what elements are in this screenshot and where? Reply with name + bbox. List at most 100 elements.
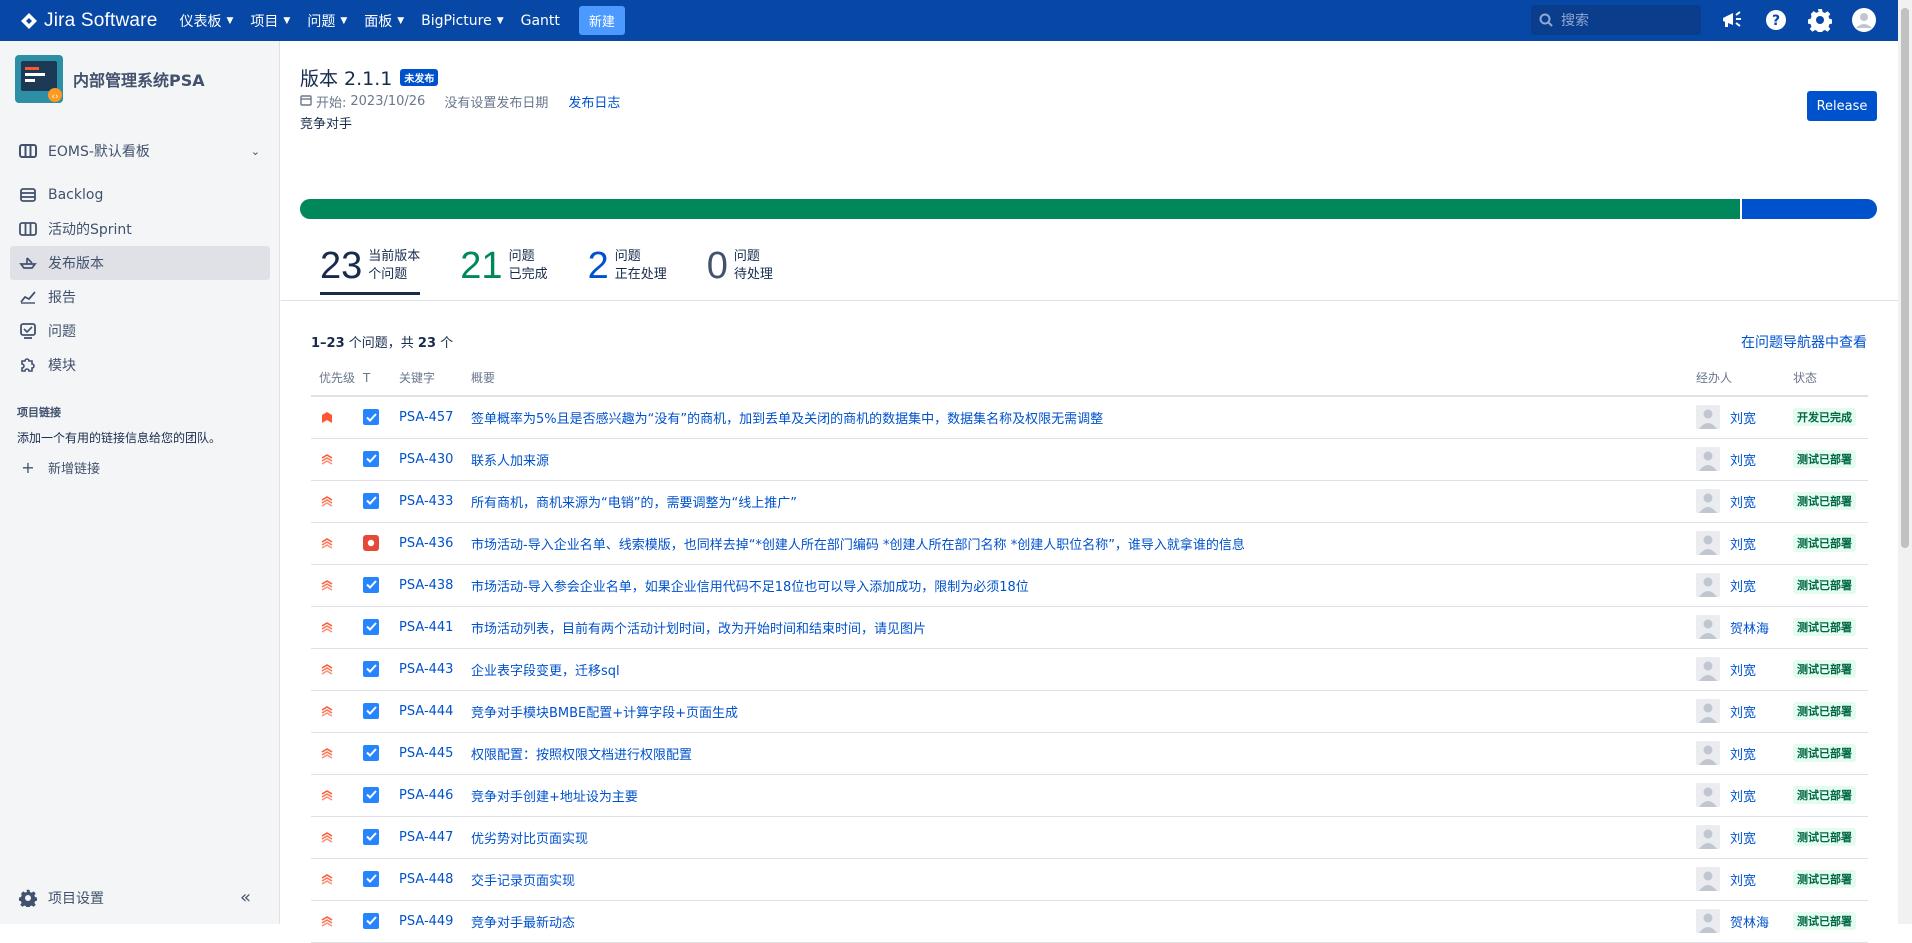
add-link-button[interactable]: + 新增链接	[10, 450, 270, 484]
table-row[interactable]: PSA-457 签单概率为5%且是否感兴趣为“没有”的商机，加到丢单及关闭的商机的…	[311, 396, 1868, 439]
nav-menu-item[interactable]: 问题 ▼	[307, 11, 347, 31]
project-settings-button[interactable]: 项目设置	[10, 881, 270, 915]
stat-tab[interactable]: 21 问题 已完成	[460, 246, 547, 295]
issue-key-link[interactable]: PSA-445	[399, 746, 453, 761]
board-selector[interactable]: EOMS-默认看板 ⌄	[10, 134, 270, 168]
table-row[interactable]: PSA-444 竞争对手模块BMBE配置+计算字段+页面生成 刘宽 测试已部署	[311, 690, 1868, 733]
assignee[interactable]: 刘宽	[1696, 825, 1793, 849]
view-in-navigator-link[interactable]: 在问题导航器中查看	[1741, 332, 1867, 352]
nav-menu-item[interactable]: 面板 ▼	[364, 11, 404, 31]
assignee[interactable]: 刘宽	[1696, 867, 1793, 891]
table-row[interactable]: PSA-438 市场活动-导入参会企业名单，如果企业信用代码不足18位也可以导入添…	[311, 564, 1868, 607]
search-input[interactable]: 搜索	[1531, 5, 1701, 35]
table-row[interactable]: PSA-447 优劣势对比页面实现 刘宽 测试已部署	[311, 816, 1868, 859]
table-row[interactable]: PSA-449 竞争对手最新动态 贺林海 测试已部署	[311, 900, 1868, 943]
col-assignee[interactable]: 经办人	[1696, 360, 1793, 397]
assignee[interactable]: 贺林海	[1696, 909, 1793, 933]
assignee[interactable]: 刘宽	[1696, 489, 1793, 513]
table-row[interactable]: PSA-430 联系人加来源 刘宽 测试已部署	[311, 438, 1868, 481]
table-row[interactable]: PSA-446 竞争对手创建+地址设为主要 刘宽 测试已部署	[311, 774, 1868, 817]
assignee[interactable]: 刘宽	[1696, 573, 1793, 597]
release-notes-link[interactable]: 发布日志	[568, 92, 620, 111]
stat-tab[interactable]: 2 问题 正在处理	[588, 246, 667, 295]
issue-summary-link[interactable]: 交手记录页面实现	[471, 874, 575, 889]
table-row[interactable]: PSA-443 企业表字段变更，迁移sql 刘宽 测试已部署	[311, 648, 1868, 691]
assignee[interactable]: 贺林海	[1696, 615, 1793, 639]
assignee[interactable]: 刘宽	[1696, 699, 1793, 723]
nav-menu-item[interactable]: BigPicture ▼	[421, 13, 503, 29]
issues-table: 优先级 T 关键字 概要 经办人 状态 PSA-457 签单概率为5%且是否感兴趣…	[311, 360, 1868, 943]
issue-summary-link[interactable]: 企业表字段变更，迁移sql	[471, 664, 620, 679]
sidebar-item[interactable]: 问题	[10, 314, 270, 348]
issue-summary-link[interactable]: 竞争对手最新动态	[471, 916, 575, 931]
issue-summary-link[interactable]: 竞争对手创建+地址设为主要	[471, 790, 638, 805]
col-priority[interactable]: 优先级	[311, 360, 363, 397]
table-row[interactable]: PSA-436 市场活动-导入企业名单、线索模版，也同样去掉“*创建人所在部门编码…	[311, 522, 1868, 565]
table-row[interactable]: PSA-445 权限配置：按照权限文档进行权限配置 刘宽 测试已部署	[311, 732, 1868, 775]
status-cell: 测试已部署	[1793, 690, 1868, 733]
issue-summary-link[interactable]: 权限配置：按照权限文档进行权限配置	[471, 748, 692, 763]
issue-summary-link[interactable]: 市场活动-导入企业名单、线索模版，也同样去掉“*创建人所在部门编码 *创建人所在…	[471, 538, 1245, 553]
nav-menu-item[interactable]: Gantt	[521, 13, 560, 29]
issue-key-link[interactable]: PSA-449	[399, 914, 453, 929]
help-icon[interactable]: ?	[1763, 7, 1789, 33]
sidebar-item[interactable]: 报告	[10, 280, 270, 314]
issue-key-link[interactable]: PSA-447	[399, 830, 453, 845]
release-button[interactable]: Release	[1807, 91, 1877, 121]
col-status[interactable]: 状态	[1793, 360, 1868, 397]
jira-logo[interactable]: Jira Software	[20, 10, 157, 32]
issue-key-link[interactable]: PSA-446	[399, 788, 453, 803]
sidebar-item[interactable]: 活动的Sprint	[10, 212, 270, 246]
col-summary[interactable]: 概要	[471, 360, 1696, 397]
search-placeholder: 搜索	[1561, 13, 1589, 29]
issue-key-link[interactable]: PSA-444	[399, 704, 453, 719]
project-links-description: 添加一个有用的链接信息给您的团队。	[17, 431, 222, 445]
sidebar-item[interactable]: 发布版本	[10, 246, 270, 280]
page-scrollbar[interactable]	[1898, 0, 1912, 924]
issue-key-link[interactable]: PSA-433	[399, 494, 453, 509]
sidebar-item[interactable]: Backlog	[10, 178, 270, 212]
issue-key-link[interactable]: PSA-443	[399, 662, 453, 677]
col-key[interactable]: 关键字	[399, 360, 471, 397]
top-navigation-bar: Jira Software 仪表板 ▼ 项目 ▼ 问题 ▼ 面板 ▼ BigPicture ▼ Ga…	[0, 0, 1912, 41]
megaphone-icon[interactable]	[1719, 7, 1745, 33]
issue-summary-link[interactable]: 签单概率为5%且是否感兴趣为“没有”的商机，加到丢单及关闭的商机的数据集中，数据…	[471, 412, 1103, 427]
table-row[interactable]: PSA-441 市场活动列表，目前有两个活动计划时间，改为开始时间和结束时间，请见…	[311, 606, 1868, 649]
issue-key-link[interactable]: PSA-436	[399, 536, 453, 551]
create-button[interactable]: 新建	[578, 6, 625, 35]
stat-tab[interactable]: 23 当前版本 个问题	[320, 246, 421, 295]
project-header[interactable]: ‹› 内部管理系统PSA	[15, 55, 205, 103]
sidebar-item-label: Backlog	[48, 187, 104, 203]
issue-key-link[interactable]: PSA-457	[399, 410, 453, 425]
issue-key-link[interactable]: PSA-441	[399, 620, 453, 635]
table-row[interactable]: PSA-433 所有商机，商机来源为“电销”的，需要调整为“线上推广” 刘宽 测试已部…	[311, 480, 1868, 523]
nav-menu-item[interactable]: 项目 ▼	[250, 11, 290, 31]
scrollbar-thumb[interactable]	[1901, 8, 1909, 548]
issue-summary-link[interactable]: 市场活动列表，目前有两个活动计划时间，改为开始时间和结束时间，请见图片	[471, 622, 926, 637]
issue-summary-link[interactable]: 所有商机，商机来源为“电销”的，需要调整为“线上推广”	[471, 496, 797, 511]
assignee[interactable]: 刘宽	[1696, 447, 1793, 471]
avatar	[1696, 405, 1720, 430]
issue-summary-link[interactable]: 优劣势对比页面实现	[471, 832, 588, 847]
issue-summary-link[interactable]: 竞争对手模块BMBE配置+计算字段+页面生成	[471, 706, 738, 721]
user-avatar-icon[interactable]	[1851, 7, 1877, 33]
table-row[interactable]: PSA-448 交手记录页面实现 刘宽 测试已部署	[311, 858, 1868, 901]
col-type[interactable]: T	[363, 360, 399, 397]
assignee[interactable]: 刘宽	[1696, 783, 1793, 807]
version-header: 版本 2.1.1 未发布	[300, 64, 439, 91]
issue-summary-link[interactable]: 市场活动-导入参会企业名单，如果企业信用代码不足18位也可以导入添加成功，限制为…	[471, 580, 1029, 595]
assignee[interactable]: 刘宽	[1696, 657, 1793, 681]
issue-key-link[interactable]: PSA-448	[399, 872, 453, 887]
sidebar-item[interactable]: 模块	[10, 348, 270, 382]
nav-menu-item[interactable]: 仪表板 ▼	[179, 11, 233, 31]
release-progress-bar[interactable]	[300, 199, 1877, 219]
issue-summary-link[interactable]: 联系人加来源	[471, 454, 549, 469]
issue-key-link[interactable]: PSA-438	[399, 578, 453, 593]
stat-tab[interactable]: 0 问题 待处理	[707, 246, 773, 295]
issue-key-link[interactable]: PSA-430	[399, 452, 453, 467]
assignee[interactable]: 刘宽	[1696, 531, 1793, 555]
settings-icon[interactable]	[1807, 7, 1833, 33]
collapse-sidebar-icon[interactable]: «	[240, 887, 251, 908]
assignee[interactable]: 刘宽	[1696, 405, 1793, 430]
assignee[interactable]: 刘宽	[1696, 741, 1793, 765]
